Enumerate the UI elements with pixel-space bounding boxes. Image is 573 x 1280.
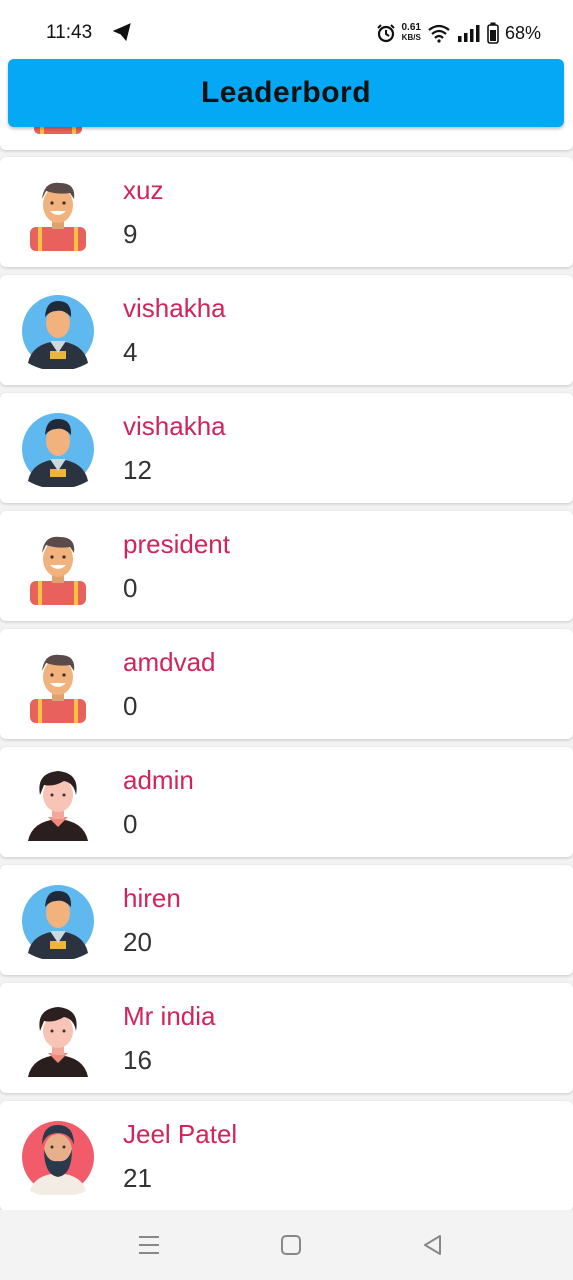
- username: president: [123, 529, 230, 559]
- network-speed: 0.61 KB/S: [401, 22, 421, 43]
- navigation-bar: [0, 1210, 573, 1280]
- status-bar: 11:43 0.61 KB/S 68%: [0, 0, 573, 60]
- leaderboard-card[interactable]: Jeel Patel 21: [0, 1101, 573, 1210]
- score: 0: [123, 809, 138, 839]
- username: Mr india: [123, 1001, 216, 1031]
- leaderboard-card[interactable]: xuz 9: [0, 157, 573, 267]
- signal-icon: [457, 25, 480, 42]
- battery-icon: [487, 22, 499, 44]
- leaderboard-card[interactable]: president 0: [0, 511, 573, 621]
- wifi-icon: [428, 24, 450, 43]
- leaderboard-card[interactable]: admin 0: [0, 747, 573, 857]
- score: 20: [123, 927, 152, 957]
- menu-icon[interactable]: [136, 1232, 162, 1258]
- alarm-icon: [376, 24, 395, 43]
- avatar: [28, 1007, 88, 1077]
- avatar: [22, 295, 94, 369]
- score: 21: [123, 1163, 152, 1193]
- username: amdvad: [123, 647, 216, 677]
- leaderboard-card[interactable]: Mr india 16: [0, 983, 573, 1093]
- avatar: [30, 536, 86, 605]
- score: 12: [123, 455, 152, 485]
- score: 0: [123, 573, 138, 603]
- battery-percent: 68%: [504, 22, 541, 43]
- avatar: [30, 182, 86, 251]
- username: Jeel Patel: [123, 1119, 238, 1149]
- leaderboard-card[interactable]: amdvad 0: [0, 629, 573, 739]
- app-header: Leaderbord: [8, 59, 564, 127]
- status-time: 11:43: [46, 22, 93, 43]
- page-title: Leaderbord: [200, 76, 372, 109]
- avatar: [22, 1121, 94, 1195]
- leaderboard-card[interactable]: vishakha 12: [0, 393, 573, 503]
- score: 4: [123, 337, 138, 367]
- username: hiren: [123, 883, 181, 913]
- home-square-icon[interactable]: [278, 1232, 304, 1258]
- score: 9: [123, 219, 138, 249]
- back-triangle-icon[interactable]: [420, 1232, 446, 1258]
- avatar: [22, 413, 94, 487]
- leaderboard-card[interactable]: vishakha 4: [0, 275, 573, 385]
- avatar: [22, 885, 94, 959]
- username: vishakha: [123, 411, 226, 441]
- avatar: [28, 771, 88, 841]
- score: 16: [123, 1045, 152, 1075]
- leaderboard-card[interactable]: hiren 20: [0, 865, 573, 975]
- username: admin: [123, 765, 194, 795]
- telegram-icon: [112, 23, 131, 42]
- leaderboard-list[interactable]: xuz 9 vishakha 4 vishakha 12 president 0…: [0, 0, 573, 1210]
- username: vishakha: [123, 293, 226, 323]
- avatar: [30, 654, 86, 723]
- username: xuz: [123, 175, 164, 205]
- score: 0: [123, 691, 138, 721]
